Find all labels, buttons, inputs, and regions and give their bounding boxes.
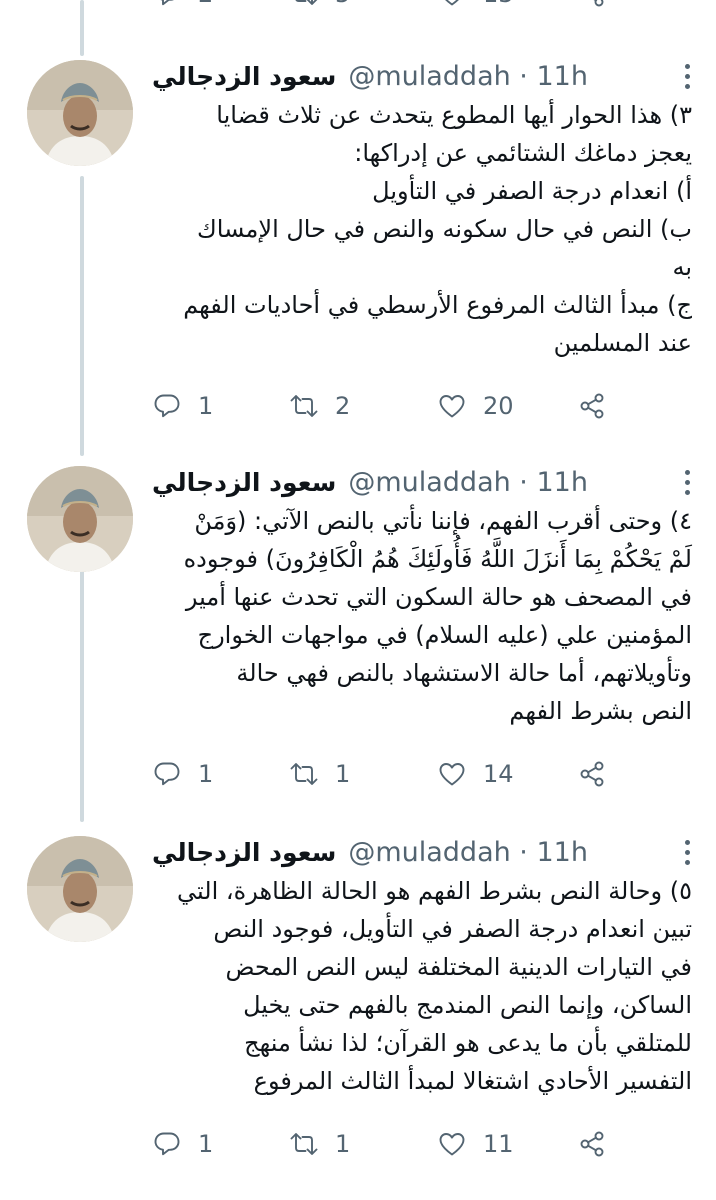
share-icon bbox=[580, 393, 604, 419]
tweet[interactable]: سعود الزدجالي @muladdah · 11h ٣) هذا الح… bbox=[0, 58, 716, 448]
tweet-text-line: المؤمنين علي (عليه السلام) في مواجهات ال… bbox=[197, 621, 692, 649]
share-button[interactable] bbox=[577, 0, 607, 14]
retweet-button[interactable]: 5 bbox=[289, 0, 350, 14]
heart-icon bbox=[439, 395, 465, 418]
more-icon[interactable] bbox=[672, 464, 702, 500]
author-handle-time[interactable]: @muladdah · 11h bbox=[348, 837, 588, 868]
reply-count: 1 bbox=[198, 760, 214, 788]
tweet-text-line: يعجز دماغك الشتائمي عن إدراكها: bbox=[354, 139, 692, 167]
retweet-count: 1 bbox=[335, 1130, 351, 1158]
heart-icon bbox=[439, 763, 465, 786]
heart-icon bbox=[444, 0, 460, 6]
tweet-text: ٥) وحالة النص بشرط الفهم هو الحالة الظاه… bbox=[152, 872, 692, 1100]
tweet-text-line: النص بشرط الفهم bbox=[509, 697, 692, 725]
reply-button[interactable]: 2 bbox=[152, 0, 213, 14]
share-icon bbox=[580, 761, 604, 787]
tweet-text-line: ج) مبدأ الثالث المرفوع الأرسطي في أحاديا… bbox=[183, 291, 692, 319]
more-icon[interactable] bbox=[672, 834, 702, 870]
heart-icon bbox=[439, 1133, 465, 1156]
avatar[interactable] bbox=[27, 60, 133, 166]
reply-icon bbox=[154, 394, 180, 418]
avatar[interactable] bbox=[27, 836, 133, 942]
retweet-icon bbox=[290, 1133, 318, 1155]
avatar[interactable] bbox=[27, 466, 133, 572]
like-count: 14 bbox=[483, 760, 514, 788]
tweet-text-line: ٥) وحالة النص بشرط الفهم هو الحالة الظاه… bbox=[177, 877, 692, 905]
tweet-text-line: به bbox=[672, 253, 692, 281]
avatar-photo bbox=[27, 836, 133, 942]
tweet-text-line: التفسير الأحادي اشتغالا لمبدأ الثالث الم… bbox=[253, 1067, 692, 1095]
reply-count: 2 bbox=[198, 0, 213, 8]
reply-icon bbox=[154, 762, 180, 786]
tweet-header: سعود الزدجالي @muladdah · 11h bbox=[152, 464, 702, 500]
tweet-actions: 1 1 11 bbox=[152, 1124, 612, 1164]
share-icon bbox=[580, 1131, 604, 1157]
tweet-text-line: تبين انعدام درجة الصفر في التأويل، فوجود… bbox=[213, 915, 692, 943]
reply-button[interactable]: 1 bbox=[152, 754, 213, 794]
tweet-text-line: لَمْ يَحْكُمْ بِمَا أَنزَلَ اللَّهُ فَأُ… bbox=[183, 545, 692, 573]
retweet-button[interactable]: 2 bbox=[289, 386, 350, 426]
author-name[interactable]: سعود الزدجالي bbox=[152, 62, 336, 91]
tweet-text-line: في التيارات الدينية المختلفة ليس النص ال… bbox=[225, 953, 692, 981]
retweet-count: 1 bbox=[335, 760, 351, 788]
tweet-actions: 1 1 14 bbox=[152, 754, 612, 794]
tweet[interactable]: سعود الزدجالي @muladdah · 11h ٤) وحتى أق… bbox=[0, 464, 716, 804]
retweet-button[interactable]: 1 bbox=[289, 754, 350, 794]
like-button[interactable]: 11 bbox=[437, 1124, 514, 1164]
reply-icon bbox=[160, 0, 174, 6]
retweet-icon bbox=[290, 763, 318, 785]
like-button[interactable]: 20 bbox=[437, 386, 514, 426]
tweet-text-line: ب) النص في حال سكونه والنص في حال الإمسا… bbox=[197, 215, 692, 243]
more-icon[interactable] bbox=[672, 58, 702, 94]
tweet-header: سعود الزدجالي @muladdah · 11h bbox=[152, 58, 702, 94]
reply-count: 1 bbox=[198, 392, 214, 420]
reply-button[interactable]: 1 bbox=[152, 386, 213, 426]
share-button[interactable] bbox=[577, 1124, 607, 1164]
like-count: 13 bbox=[483, 0, 514, 8]
author-handle-time[interactable]: @muladdah · 11h bbox=[348, 61, 588, 92]
like-count: 11 bbox=[483, 1130, 514, 1158]
retweet-icon bbox=[295, 0, 318, 5]
tweet-text: ٤) وحتى أقرب الفهم، فإننا نأتي بالنص الآ… bbox=[152, 502, 692, 730]
like-button[interactable]: 14 bbox=[437, 754, 514, 794]
tweet-header: سعود الزدجالي @muladdah · 11h bbox=[152, 834, 702, 870]
tweet-text-line: في المصحف هو حالة السكون التي تحدث عنها … bbox=[185, 583, 692, 611]
retweet-count: 5 bbox=[335, 0, 350, 8]
tweet-actions: 1 2 20 bbox=[152, 386, 612, 426]
reply-button[interactable]: 1 bbox=[152, 1124, 213, 1164]
avatar-photo bbox=[27, 60, 133, 166]
tweet-text-line: وتأويلاتهم، أما حالة الاستشهاد بالنص فهي… bbox=[236, 659, 692, 687]
retweet-icon bbox=[290, 395, 318, 417]
retweet-count: 2 bbox=[335, 392, 351, 420]
share-button[interactable] bbox=[577, 386, 607, 426]
like-count: 20 bbox=[483, 392, 514, 420]
reply-count: 1 bbox=[198, 1130, 214, 1158]
like-button[interactable]: 13 bbox=[437, 0, 514, 14]
previous-tweet-actions: 2 5 13 bbox=[0, 0, 716, 24]
retweet-button[interactable]: 1 bbox=[289, 1124, 350, 1164]
author-handle-time[interactable]: @muladdah · 11h bbox=[348, 467, 588, 498]
tweet-text-line: الساكن، وإنما النص المندمج بالفهم حتى يخ… bbox=[243, 991, 692, 1019]
avatar-photo bbox=[27, 466, 133, 572]
tweet-text-line: عند المسلمين bbox=[553, 329, 692, 357]
tweet[interactable]: سعود الزدجالي @muladdah · 11h ٥) وحالة ا… bbox=[0, 834, 716, 1194]
tweet-text-line: أ) انعدام درجة الصفر في التأويل bbox=[372, 177, 692, 205]
reply-icon bbox=[154, 1132, 180, 1156]
tweet-text-line: للمتلقي بأن ما يدعى هو القرآن؛ لذا نشأ م… bbox=[244, 1029, 692, 1057]
share-button[interactable] bbox=[577, 754, 607, 794]
tweet-text-line: ٣) هذا الحوار أيها المطوع يتحدث عن ثلاث … bbox=[216, 101, 692, 129]
share-icon bbox=[593, 0, 604, 7]
author-name[interactable]: سعود الزدجالي bbox=[152, 838, 336, 867]
tweet-text-line: ٤) وحتى أقرب الفهم، فإننا نأتي بالنص الآ… bbox=[194, 507, 692, 535]
author-name[interactable]: سعود الزدجالي bbox=[152, 468, 336, 497]
tweet-text: ٣) هذا الحوار أيها المطوع يتحدث عن ثلاث … bbox=[152, 96, 692, 362]
